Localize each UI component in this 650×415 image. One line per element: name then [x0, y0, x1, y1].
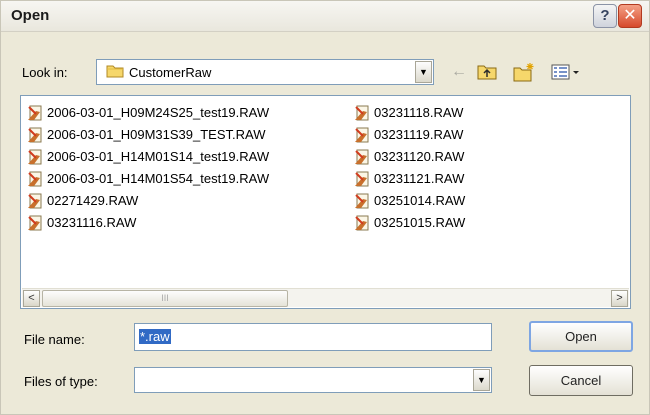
file-name: 2006-03-01_H14M01S54_test19.RAW: [47, 171, 270, 186]
file-item[interactable]: 03231120.RAW: [354, 146, 465, 168]
raw-file-icon: [355, 105, 369, 121]
file-item[interactable]: 2006-03-01_H09M31S39_TEST.RAW: [27, 124, 269, 146]
file-name-input[interactable]: *.raw: [134, 323, 492, 351]
look-in-label: Look in:: [22, 65, 68, 80]
file-type-label: Files of type:: [24, 374, 98, 389]
back-icon[interactable]: ←: [448, 61, 470, 83]
file-name: 03251014.RAW: [374, 193, 466, 208]
file-name: 2006-03-01_H09M24S25_test19.RAW: [47, 105, 270, 120]
cancel-button[interactable]: Cancel: [529, 365, 633, 396]
new-folder-icon[interactable]: [513, 61, 535, 83]
file-name-label: File name:: [24, 332, 85, 347]
scroll-left-icon[interactable]: <: [23, 290, 40, 307]
title-bar: Open ? ✕: [1, 1, 649, 32]
file-item[interactable]: 02271429.RAW: [27, 190, 269, 212]
file-name: 2006-03-01_H09M31S39_TEST.RAW: [47, 127, 266, 142]
scrollbar-thumb[interactable]: III: [42, 290, 288, 307]
file-type-dropdown[interactable]: ▼: [134, 367, 492, 393]
scroll-right-icon[interactable]: >: [611, 290, 628, 307]
raw-file-icon: [28, 171, 42, 187]
raw-file-icon: [355, 193, 369, 209]
file-item[interactable]: 03251015.RAW: [354, 212, 465, 234]
raw-file-icon: [28, 193, 42, 209]
look-in-dropdown[interactable]: CustomerRaw ▼: [96, 59, 434, 85]
file-item[interactable]: 2006-03-01_H14M01S54_test19.RAW: [27, 168, 269, 190]
raw-file-icon: [28, 149, 42, 165]
file-name: 03231116.RAW: [47, 215, 137, 230]
file-column-right: 03231118.RAW 03231119.RAW 03231120.RAW 0…: [354, 102, 465, 234]
file-name: 03231119.RAW: [374, 127, 464, 142]
file-column-left: 2006-03-01_H09M24S25_test19.RAW 2006-03-…: [27, 102, 269, 234]
open-dialog: Open ? ✕ Look in: CustomerRaw ▼ ← 2006-0…: [0, 0, 650, 415]
view-menu-icon[interactable]: [547, 61, 587, 83]
chevron-down-icon[interactable]: ▼: [473, 369, 490, 391]
file-item[interactable]: 03231118.RAW: [354, 102, 465, 124]
file-item[interactable]: 03231121.RAW: [354, 168, 465, 190]
file-item[interactable]: 03231116.RAW: [27, 212, 269, 234]
chevron-down-icon[interactable]: ▼: [415, 61, 432, 83]
help-button[interactable]: ?: [593, 4, 617, 28]
raw-file-icon: [355, 171, 369, 187]
raw-file-icon: [28, 215, 42, 231]
raw-file-icon: [28, 105, 42, 121]
file-name: 02271429.RAW: [47, 193, 139, 208]
file-name: 2006-03-01_H14M01S14_test19.RAW: [47, 149, 270, 164]
close-button[interactable]: ✕: [618, 4, 642, 28]
up-folder-icon[interactable]: [476, 61, 498, 83]
raw-file-icon: [28, 127, 42, 143]
horizontal-scrollbar[interactable]: < III >: [22, 288, 629, 307]
file-item[interactable]: 03231119.RAW: [354, 124, 465, 146]
open-button[interactable]: Open: [529, 321, 633, 352]
file-item[interactable]: 2006-03-01_H09M24S25_test19.RAW: [27, 102, 269, 124]
raw-file-icon: [355, 215, 369, 231]
file-item[interactable]: 03251014.RAW: [354, 190, 465, 212]
file-name: 03231121.RAW: [374, 171, 465, 186]
raw-file-icon: [355, 149, 369, 165]
file-name-value: *.raw: [139, 329, 171, 344]
file-name: 03231118.RAW: [374, 105, 464, 120]
file-list[interactable]: 2006-03-01_H09M24S25_test19.RAW 2006-03-…: [20, 95, 631, 309]
file-name: 03231120.RAW: [374, 149, 465, 164]
raw-file-icon: [355, 127, 369, 143]
file-item[interactable]: 2006-03-01_H14M01S14_test19.RAW: [27, 146, 269, 168]
folder-icon: [106, 65, 124, 78]
dialog-title: Open: [11, 7, 50, 24]
file-name: 03251015.RAW: [374, 215, 466, 230]
look-in-value: CustomerRaw: [129, 65, 212, 80]
